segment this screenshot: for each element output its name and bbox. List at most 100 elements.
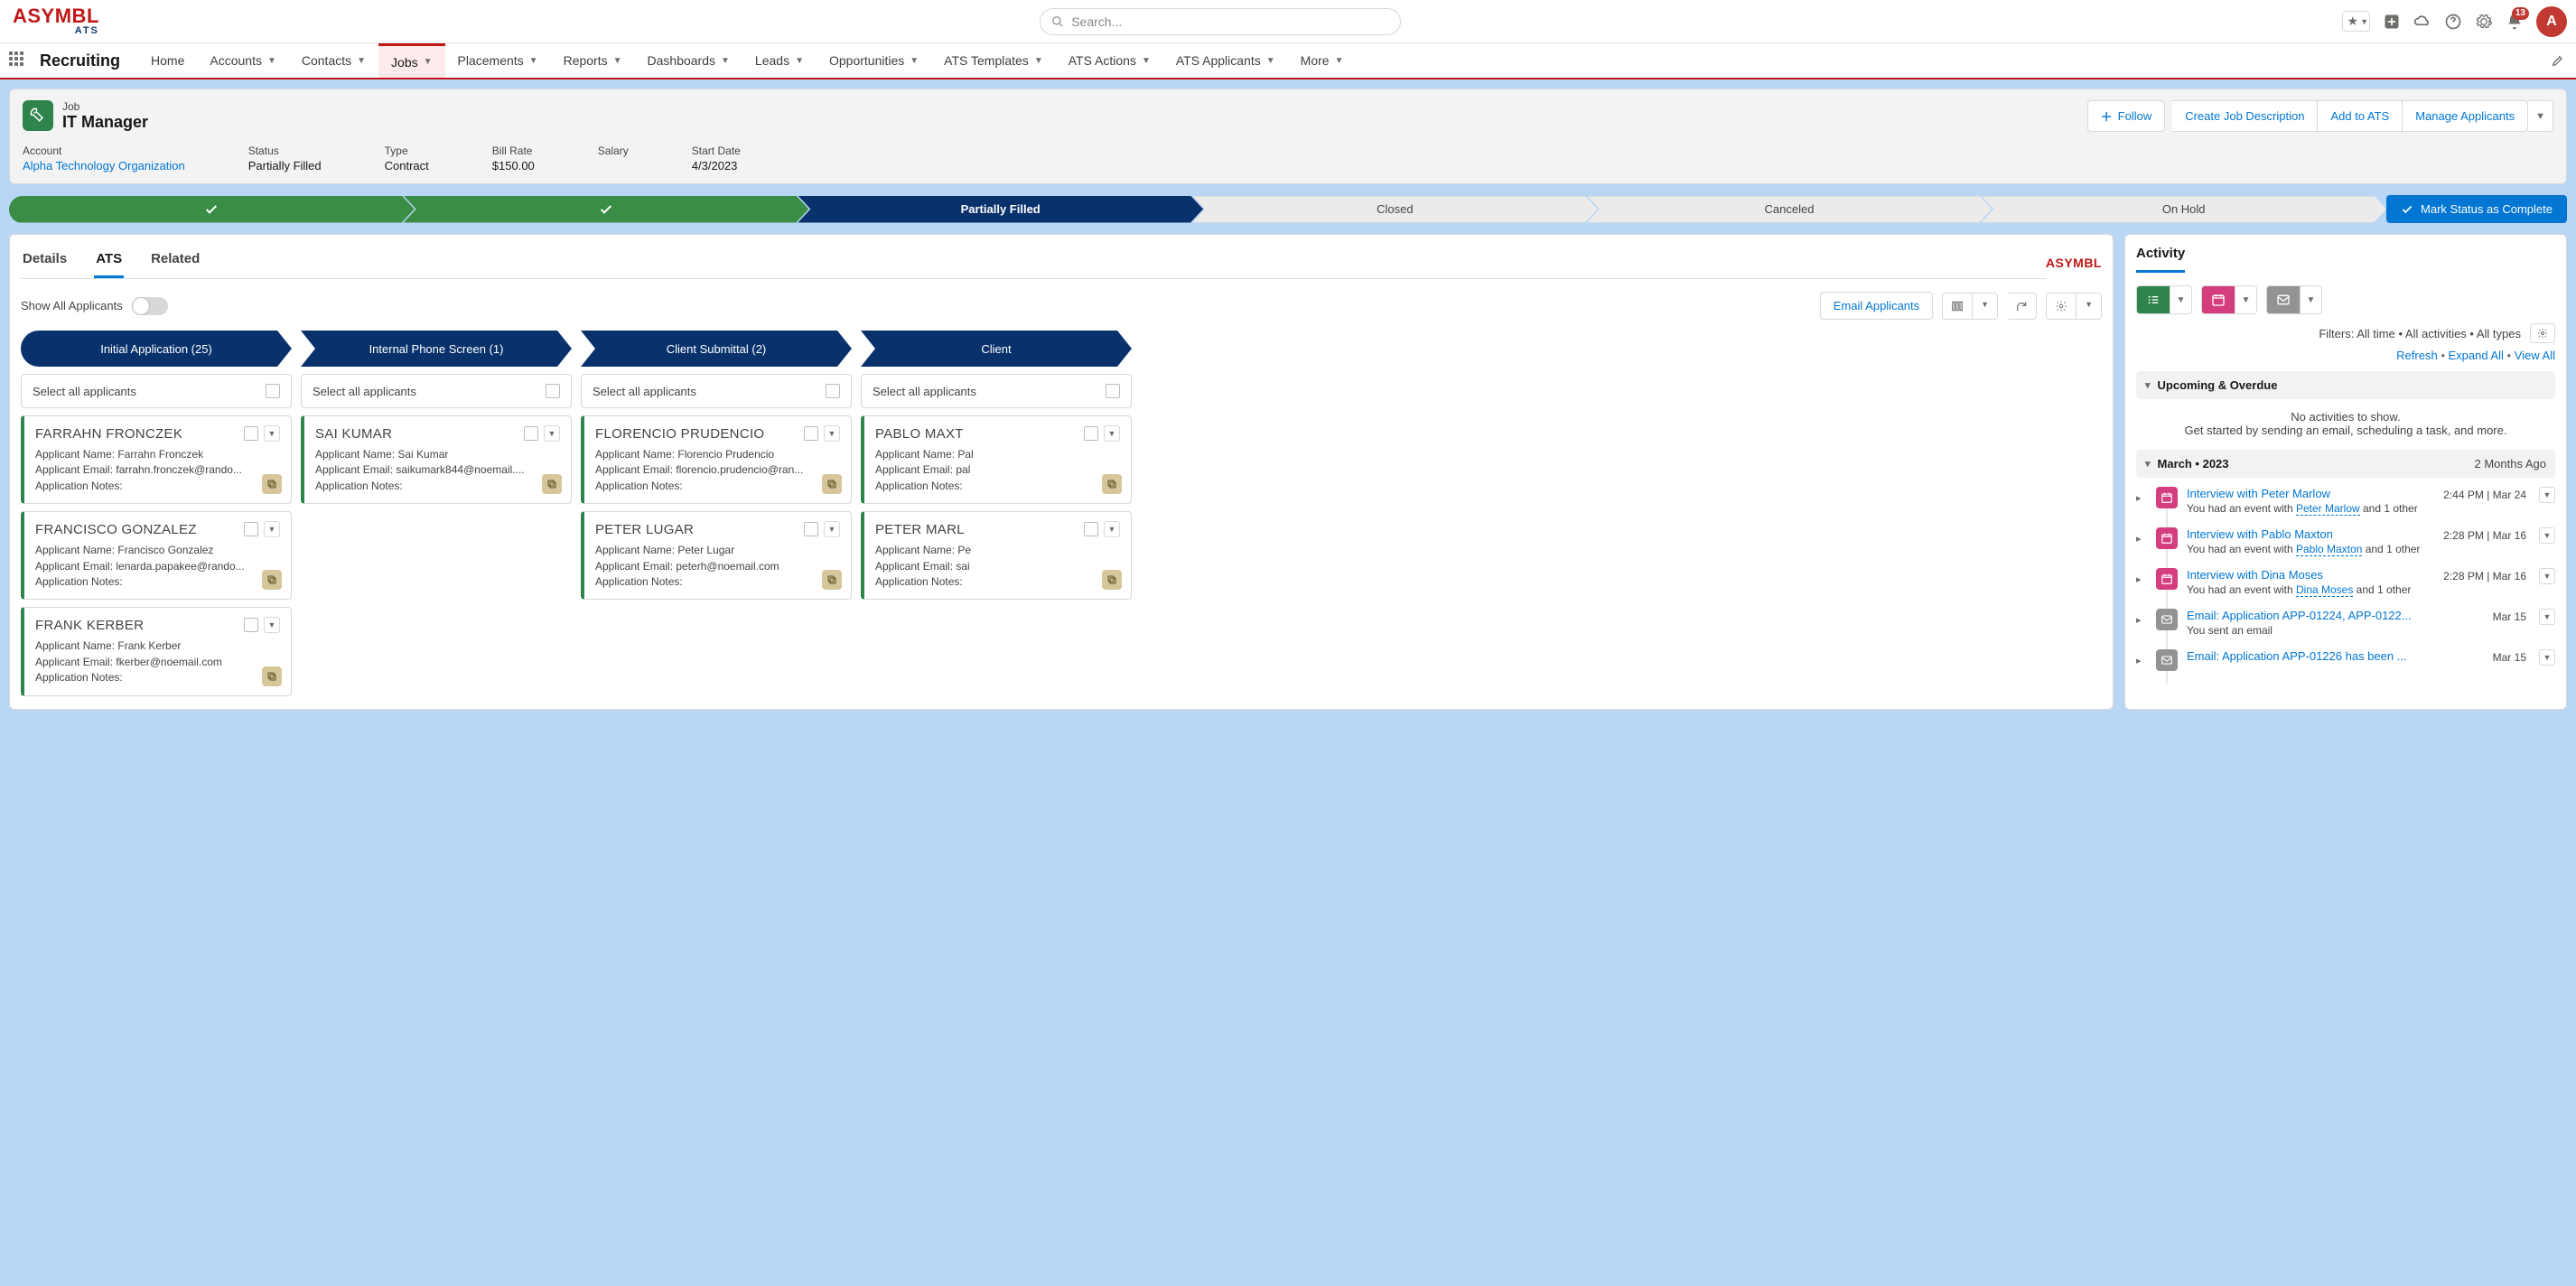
path-step-canceled[interactable]: Canceled xyxy=(1587,196,1993,223)
global-search[interactable]: Search... xyxy=(1040,8,1401,35)
timeline-item-menu[interactable]: ▼ xyxy=(2539,527,2555,544)
display-columns-button[interactable] xyxy=(1942,293,1973,320)
card-menu-caret[interactable]: ▼ xyxy=(1104,521,1120,537)
account-link[interactable]: Alpha Technology Organization xyxy=(23,159,185,172)
favorites-button[interactable]: ★ ▼ xyxy=(2342,11,2370,32)
card-checkbox[interactable] xyxy=(1084,426,1098,441)
new-event-caret[interactable]: ▼ xyxy=(2235,286,2256,313)
card-menu-caret[interactable]: ▼ xyxy=(824,521,840,537)
copy-icon[interactable] xyxy=(542,474,562,494)
applicant-card[interactable]: SAI KUMAR ▼ Applicant Name: Sai Kumar Ap… xyxy=(301,415,572,504)
card-menu-caret[interactable]: ▼ xyxy=(264,425,280,442)
timeline-expand-chevron[interactable]: ▸ xyxy=(2136,568,2147,596)
applicant-card[interactable]: FARRAHN FRONCZEK ▼ Applicant Name: Farra… xyxy=(21,415,292,504)
copy-icon[interactable] xyxy=(262,666,282,686)
user-avatar[interactable]: A xyxy=(2536,6,2567,37)
nav-opportunities[interactable]: Opportunities▼ xyxy=(817,43,931,78)
more-actions-caret[interactable]: ▼ xyxy=(2528,100,2553,132)
lane-header[interactable]: Initial Application (25) xyxy=(21,331,292,367)
month-header[interactable]: ▾ March • 2023 2 Months Ago xyxy=(2136,450,2555,478)
nav-home[interactable]: Home xyxy=(138,43,197,78)
manage-applicants-button[interactable]: Manage Applicants xyxy=(2403,100,2528,132)
board-settings-button[interactable] xyxy=(2046,293,2077,320)
lane-header[interactable]: Client Submittal (2) xyxy=(581,331,852,367)
card-checkbox[interactable] xyxy=(524,426,538,441)
timeline-title-link[interactable]: Interview with Dina Moses xyxy=(2187,568,2434,582)
card-checkbox[interactable] xyxy=(244,426,258,441)
path-step-on-hold[interactable]: On Hold xyxy=(1981,196,2386,223)
follow-button[interactable]: ＋ Follow xyxy=(2087,100,2166,132)
select-all-checkbox[interactable] xyxy=(826,384,840,398)
card-menu-caret[interactable]: ▼ xyxy=(1104,425,1120,442)
copy-icon[interactable] xyxy=(822,474,842,494)
create-job-description-button[interactable]: Create Job Description xyxy=(2172,100,2318,132)
timeline-item-menu[interactable]: ▼ xyxy=(2539,649,2555,666)
timeline-expand-chevron[interactable]: ▸ xyxy=(2136,527,2147,555)
activity-contact-link[interactable]: Dina Moses xyxy=(2296,583,2353,597)
timeline-title-link[interactable]: Email: Application APP-01226 has been ..… xyxy=(2187,649,2484,663)
nav-contacts[interactable]: Contacts▼ xyxy=(289,43,378,78)
activity-filter-settings[interactable] xyxy=(2530,323,2555,343)
card-menu-caret[interactable]: ▼ xyxy=(264,521,280,537)
nav-more[interactable]: More▼ xyxy=(1288,43,1357,78)
applicant-card[interactable]: PETER LUGAR ▼ Applicant Name: Peter Luga… xyxy=(581,511,852,600)
help-icon[interactable] xyxy=(2444,13,2462,31)
board-settings-caret[interactable]: ▼ xyxy=(2077,293,2102,320)
new-task-caret[interactable]: ▼ xyxy=(2170,286,2191,313)
card-checkbox[interactable] xyxy=(244,618,258,632)
new-task-button[interactable]: ▼ xyxy=(2136,285,2192,314)
path-step-step-0[interactable] xyxy=(9,196,415,223)
applicant-card[interactable]: PABLO MAXT ▼ Applicant Name: Pal Applica… xyxy=(861,415,1132,504)
new-email-button[interactable]: ▼ xyxy=(2266,285,2322,314)
timeline-title-link[interactable]: Interview with Pablo Maxton xyxy=(2187,527,2434,541)
nav-ats-applicants[interactable]: ATS Applicants▼ xyxy=(1163,43,1288,78)
upcoming-overdue-header[interactable]: ▾ Upcoming & Overdue xyxy=(2136,371,2555,399)
path-step-partially-filled[interactable]: Partially Filled xyxy=(798,196,1203,223)
timeline-expand-chevron[interactable]: ▸ xyxy=(2136,487,2147,515)
refresh-board-button[interactable] xyxy=(2007,293,2037,320)
card-checkbox[interactable] xyxy=(1084,522,1098,536)
timeline-item-menu[interactable]: ▼ xyxy=(2539,609,2555,625)
display-columns-caret[interactable]: ▼ xyxy=(1973,293,1998,320)
path-step-closed[interactable]: Closed xyxy=(1192,196,1598,223)
copy-icon[interactable] xyxy=(1102,570,1122,590)
nav-jobs[interactable]: Jobs▼ xyxy=(378,43,444,78)
activity-contact-link[interactable]: Peter Marlow xyxy=(2296,502,2360,516)
timeline-item-menu[interactable]: ▼ xyxy=(2539,568,2555,584)
nav-ats-templates[interactable]: ATS Templates▼ xyxy=(931,43,1056,78)
card-menu-caret[interactable]: ▼ xyxy=(544,425,560,442)
nav-placements[interactable]: Placements▼ xyxy=(445,43,551,78)
timeline-expand-chevron[interactable]: ▸ xyxy=(2136,649,2147,671)
cloud-icon[interactable] xyxy=(2413,13,2431,31)
add-to-ats-button[interactable]: Add to ATS xyxy=(2318,100,2403,132)
settings-icon[interactable] xyxy=(2475,13,2493,31)
mark-status-complete-button[interactable]: Mark Status as Complete xyxy=(2386,195,2567,223)
notifications-button[interactable]: 13 xyxy=(2506,13,2524,31)
activity-viewall-link[interactable]: View All xyxy=(2515,349,2555,362)
tab-related[interactable]: Related xyxy=(149,246,201,278)
show-all-toggle[interactable] xyxy=(132,297,168,315)
copy-icon[interactable] xyxy=(262,474,282,494)
applicant-card[interactable]: FRANCISCO GONZALEZ ▼ Applicant Name: Fra… xyxy=(21,511,292,600)
tab-details[interactable]: Details xyxy=(21,246,69,278)
add-button[interactable] xyxy=(2383,13,2401,31)
applicant-card[interactable]: FRANK KERBER ▼ Applicant Name: Frank Ker… xyxy=(21,607,292,695)
activity-contact-link[interactable]: Pablo Maxton xyxy=(2296,543,2362,556)
card-checkbox[interactable] xyxy=(244,522,258,536)
lane-header[interactable]: Client xyxy=(861,331,1132,367)
lane-header[interactable]: Internal Phone Screen (1) xyxy=(301,331,572,367)
copy-icon[interactable] xyxy=(822,570,842,590)
timeline-expand-chevron[interactable]: ▸ xyxy=(2136,609,2147,637)
tab-ats[interactable]: ATS xyxy=(94,246,124,278)
applicant-card[interactable]: PETER MARL ▼ Applicant Name: Pe Applican… xyxy=(861,511,1132,600)
app-launcher[interactable] xyxy=(9,51,27,70)
card-checkbox[interactable] xyxy=(804,522,818,536)
edit-nav-icon[interactable] xyxy=(2540,53,2576,68)
timeline-title-link[interactable]: Email: Application APP-01224, APP-0122..… xyxy=(2187,609,2484,622)
nav-ats-actions[interactable]: ATS Actions▼ xyxy=(1056,43,1163,78)
nav-dashboards[interactable]: Dashboards▼ xyxy=(635,43,742,78)
new-email-caret[interactable]: ▼ xyxy=(2300,286,2321,313)
card-checkbox[interactable] xyxy=(804,426,818,441)
nav-accounts[interactable]: Accounts▼ xyxy=(197,43,289,78)
timeline-item-menu[interactable]: ▼ xyxy=(2539,487,2555,503)
